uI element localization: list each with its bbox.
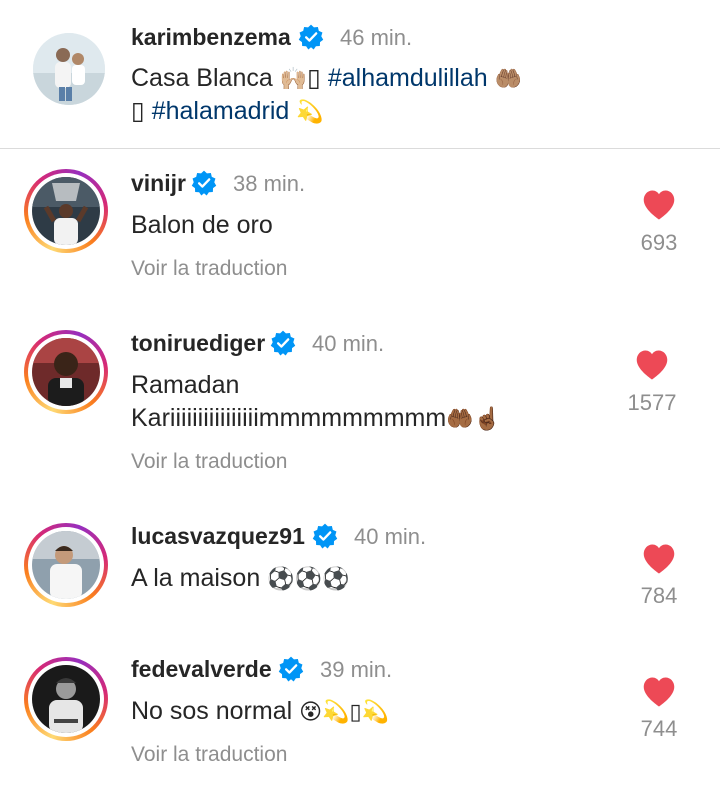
avatar-vinijr: [32, 177, 100, 245]
avatar-fedevalverde: [32, 665, 100, 733]
avatar-lucasvazquez91: [32, 531, 100, 599]
comment-time: 38 min.: [233, 171, 306, 196]
story-ring[interactable]: [24, 169, 108, 253]
dizzy-emoji-icon: 💫: [296, 99, 324, 124]
comment-username[interactable]: fedevalverde: [131, 656, 272, 683]
verified-badge-icon: [270, 330, 296, 356]
like-count: 693: [640, 230, 678, 255]
heart-icon[interactable]: [641, 543, 677, 575]
post-time: 46 min.: [340, 25, 413, 50]
comment-username[interactable]: toniruediger: [131, 330, 265, 357]
post-username[interactable]: karimbenzema: [131, 24, 291, 51]
palms-up-emoji-icon: 🤲🏾☝🏾: [446, 406, 501, 431]
translate-link[interactable]: Voir la traduction: [131, 450, 287, 474]
comment-text-line2: Kariiiiiiiiiiiiiiiimmmmmmmmm: [131, 404, 447, 432]
verified-badge-icon: [312, 523, 338, 549]
missing-glyph: ▯: [131, 97, 145, 125]
comment-text-line1: Ramadan: [131, 371, 240, 399]
palms-up-emoji-icon: 🤲🏽: [494, 66, 523, 91]
comment-time: 39 min.: [320, 657, 393, 682]
like-count: 1577: [627, 390, 677, 415]
comment-text-body: No sos normal: [131, 697, 300, 725]
comment-time: 40 min.: [312, 331, 385, 356]
comment-text: Balon de oro: [131, 211, 273, 239]
like-count: 784: [640, 583, 678, 608]
heart-icon[interactable]: [641, 676, 677, 708]
comment-text: A la maison ⚽⚽⚽: [131, 562, 349, 595]
missing-glyph: ▯: [307, 64, 321, 92]
translate-link[interactable]: Voir la traduction: [131, 743, 287, 767]
post-caption: Casa Blanca 🙌🏼▯ #alhamdulillah 🤲🏽 ▯ #hal…: [131, 62, 691, 128]
raising-hands-emoji-icon: 🙌🏼: [279, 66, 308, 91]
story-ring[interactable]: [24, 657, 108, 741]
comment-text: No sos normal 😵💫▯💫: [131, 695, 389, 728]
caption-text: Casa Blanca: [131, 64, 280, 92]
verified-badge-icon: [278, 656, 304, 682]
soccer-ball-emoji-icon: ⚽⚽⚽: [267, 566, 350, 591]
translate-link[interactable]: Voir la traduction: [131, 257, 287, 281]
avatar-toniruediger: [32, 338, 100, 406]
hashtag-halamadrid[interactable]: #halamadrid: [152, 97, 290, 125]
heart-icon[interactable]: [634, 349, 670, 381]
like-count: 744: [640, 716, 678, 741]
comment-username[interactable]: lucasvazquez91: [131, 523, 305, 550]
heart-icon[interactable]: [641, 189, 677, 221]
hashtag-alhamdulillah[interactable]: #alhamdulillah: [328, 64, 488, 92]
story-ring[interactable]: [24, 330, 108, 414]
dizzy-face-emoji-icon: 😵💫▯💫: [299, 699, 389, 724]
avatar-karimbenzema[interactable]: [33, 33, 105, 105]
comment-text: Ramadan Kariiiiiiiiiiiiiiiimmmmmmmmm🤲🏾☝🏾: [131, 369, 581, 435]
comment-time: 40 min.: [354, 524, 427, 549]
verified-badge-icon: [298, 24, 324, 50]
comment-text-body: A la maison: [131, 564, 268, 592]
verified-badge-icon: [191, 170, 217, 196]
comment-username[interactable]: vinijr: [131, 170, 186, 197]
original-post: karimbenzema 46 min. Casa Blanca 🙌🏼▯ #al…: [0, 0, 720, 149]
story-ring[interactable]: [24, 523, 108, 607]
